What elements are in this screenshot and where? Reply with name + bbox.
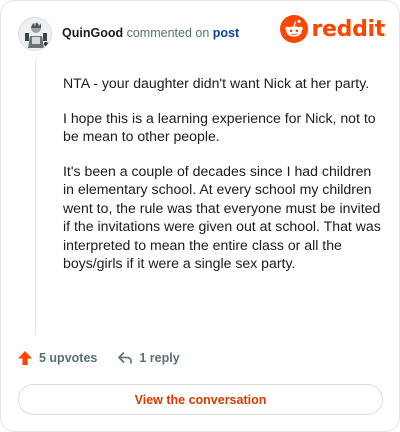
user-avatar[interactable] [18, 17, 52, 51]
reddit-wordmark: reddit [311, 16, 385, 42]
commented-on-text: commented on [126, 26, 210, 40]
comment-header: QuinGood commented on post reddit [18, 15, 385, 52]
upvote-button[interactable]: 5 upvotes [17, 350, 97, 366]
reddit-logo[interactable]: reddit [280, 15, 385, 43]
comment-paragraph: NTA - your daughter didn't want Nick at … [63, 75, 370, 91]
reddit-snoo-icon [280, 15, 309, 43]
comment-paragraph: I hope this is a learning experience for… [63, 109, 376, 145]
post-link[interactable]: post [213, 26, 239, 40]
comment-body: NTA - your daughter didn't want Nick at … [63, 74, 383, 289]
reply-button[interactable]: 1 reply [117, 350, 180, 366]
comment-paragraph: It's been a couple of decades since I ha… [63, 162, 381, 272]
reply-count: 1 reply [139, 351, 180, 365]
reply-arrow-icon [118, 352, 133, 364]
comment-meta: QuinGood commented on post [62, 26, 239, 40]
embedded-comment-card: QuinGood commented on post reddit NTA - … [0, 0, 400, 432]
view-conversation-button[interactable]: View the conversation [18, 384, 383, 415]
upvote-arrow-icon [18, 351, 32, 365]
avatar-icon [19, 18, 51, 50]
thread-line [35, 59, 36, 335]
upvotes-count: 5 upvotes [39, 351, 98, 365]
comment-actions: 5 upvotes 1 reply [17, 350, 180, 366]
username-link[interactable]: QuinGood [62, 26, 123, 40]
